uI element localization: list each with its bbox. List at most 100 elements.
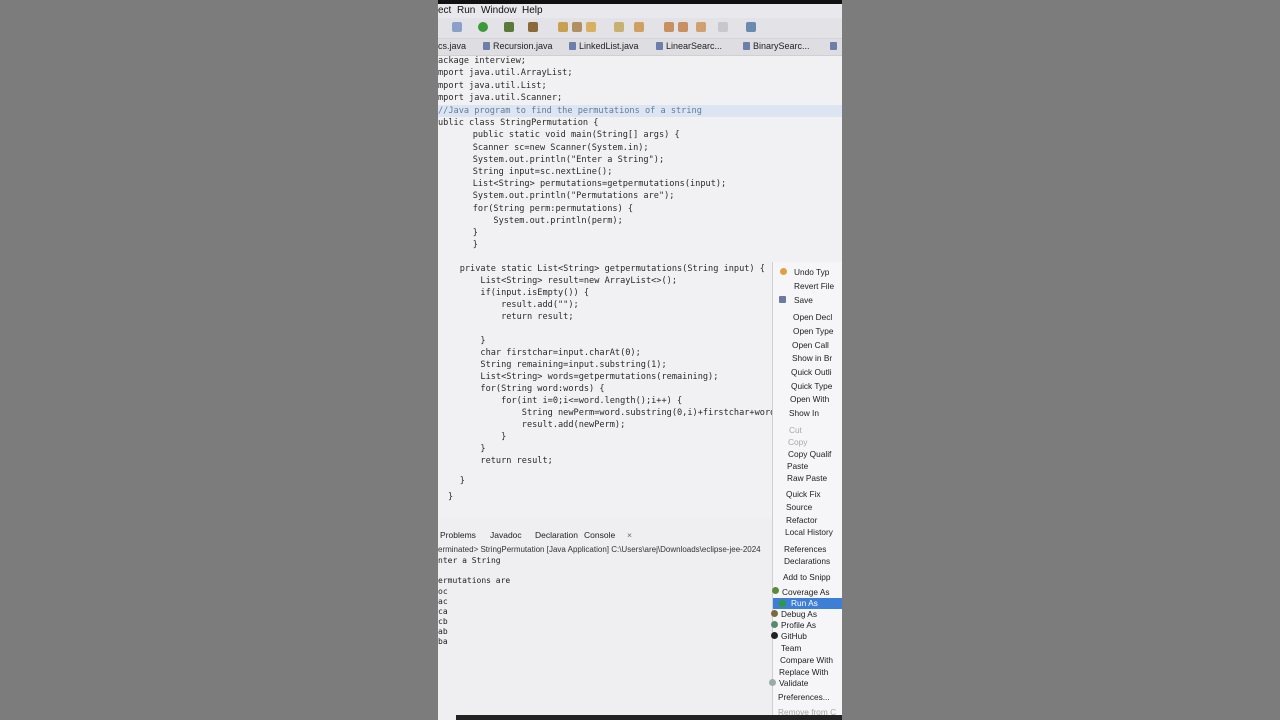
tab-problems[interactable]: Problems <box>440 530 476 540</box>
menu-item-declarations[interactable]: Declarations <box>784 556 830 566</box>
code-line: if(input.isEmpty()) { <box>439 288 590 298</box>
run-icon <box>779 600 786 607</box>
annotation-next-icon[interactable] <box>614 22 624 32</box>
menu-item-team[interactable]: Team <box>781 643 801 653</box>
forward-arrow-icon[interactable] <box>718 22 728 32</box>
tab-console[interactable]: Console <box>584 530 615 540</box>
menu-item-references[interactable]: References <box>784 544 826 554</box>
code-line: } <box>452 240 478 250</box>
taskbar-edge <box>456 715 842 720</box>
code-line: result.add(""); <box>439 300 579 310</box>
code-line: ublic class StringPermutation { <box>438 118 599 128</box>
java-file-icon <box>743 42 750 50</box>
java-file-icon <box>830 42 837 50</box>
menu-item-local-history[interactable]: Local History <box>785 527 833 537</box>
menu-item-revert-file[interactable]: Revert File <box>794 281 834 291</box>
menu-item-coverage-as[interactable]: Coverage As <box>782 587 830 597</box>
menu-item-open-call-hierarchy[interactable]: Open Call <box>792 340 829 350</box>
code-line: Scanner sc=new Scanner(System.in); <box>452 143 649 153</box>
menu-item-show-in-breadcrumb[interactable]: Show in Br <box>792 353 832 363</box>
menu-item-undo-typing[interactable]: Undo Typ <box>794 267 829 277</box>
tab-cs-java[interactable]: cs.java <box>438 41 466 51</box>
tab-label: LinkedList.java <box>579 41 639 51</box>
menu-item-open-declaration[interactable]: Open Decl <box>793 312 832 322</box>
perspective-icon[interactable] <box>746 22 756 32</box>
menu-item-replace-with[interactable]: Replace With <box>779 667 828 677</box>
code-line: } <box>448 492 454 502</box>
menu-item-add-to-snippets[interactable]: Add to Snipp <box>783 572 831 582</box>
code-comment: //Java program to find the permutations … <box>438 106 702 116</box>
github-icon <box>771 632 778 639</box>
undo-icon <box>780 268 787 275</box>
editor-tabs: cs.java Recursion.java LinkedList.java L… <box>438 39 842 56</box>
menu-item-copy-qualified-name[interactable]: Copy Qualif <box>788 449 831 459</box>
menu-item-paste[interactable]: Paste <box>787 461 808 471</box>
code-line: } <box>439 432 507 442</box>
console-output-line: ba <box>438 637 448 646</box>
open-task-icon[interactable] <box>572 22 582 32</box>
code-line: List<String> words=getpermutations(remai… <box>439 372 719 382</box>
menu-item-open-type-hierarchy[interactable]: Open Type <box>793 326 833 336</box>
tab-linkedlist-java[interactable]: LinkedList.java <box>569 41 639 51</box>
debug-icon[interactable] <box>504 22 514 32</box>
menu-item-source[interactable]: Source <box>786 502 812 512</box>
menu-item-validate[interactable]: Validate <box>779 678 808 688</box>
menu-help[interactable]: Help <box>522 5 543 16</box>
menu-item-show-in[interactable]: Show In <box>789 408 819 418</box>
menu-run[interactable]: Run <box>457 5 475 16</box>
eclipse-window: ect Run Window Help cs.java Recursion.ja… <box>438 0 842 720</box>
forward-nav-icon[interactable] <box>678 22 688 32</box>
tab-binarysearch[interactable]: BinarySearc... <box>743 41 810 51</box>
menu-item-open-with[interactable]: Open With <box>790 394 829 404</box>
coverage-icon[interactable] <box>528 22 538 32</box>
tab-linearsearch[interactable]: LinearSearc... <box>656 41 722 51</box>
photo-background-right <box>842 0 1280 720</box>
console-output-line: ab <box>438 627 448 636</box>
search-icon[interactable] <box>586 22 596 32</box>
code-line: String input=sc.nextLine(); <box>452 167 613 177</box>
settings-icon[interactable] <box>452 22 462 32</box>
menu-item-quick-type-hierarchy[interactable]: Quick Type <box>791 381 832 391</box>
menu-project[interactable]: ect <box>438 5 451 16</box>
menu-item-save[interactable]: Save <box>794 295 813 305</box>
code-line: String newPerm=word.substring(0,i)+first… <box>439 408 776 418</box>
menu-item-quick-fix[interactable]: Quick Fix <box>786 489 821 499</box>
menu-item-copy[interactable]: Copy <box>788 437 807 447</box>
console-output-line: cb <box>438 617 448 626</box>
menu-item-refactor[interactable]: Refactor <box>786 515 817 525</box>
code-line: return result; <box>439 312 574 322</box>
tab-label: Recursion.java <box>493 41 553 51</box>
code-line: List<String> result=new ArrayList<>(); <box>439 276 677 286</box>
menu-item-raw-paste[interactable]: Raw Paste <box>787 473 827 483</box>
java-file-icon <box>569 42 576 50</box>
menu-window[interactable]: Window <box>481 5 517 16</box>
terminated-status: erminated> StringPermutation [Java Appli… <box>438 545 761 554</box>
tab-overflow-icon[interactable] <box>830 41 840 51</box>
menu-item-preferences[interactable]: Preferences... <box>778 692 830 702</box>
back-arrow-icon[interactable] <box>696 22 706 32</box>
console-output-line: oc <box>438 587 448 596</box>
console-output-line: ermutations are <box>438 576 511 585</box>
menu-item-compare-with[interactable]: Compare With <box>780 655 833 665</box>
code-line: public static void main(String[] args) { <box>452 130 680 140</box>
tab-javadoc[interactable]: Javadoc <box>490 530 522 540</box>
menu-item-cut[interactable]: Cut <box>789 425 802 435</box>
java-file-icon <box>656 42 663 50</box>
code-line: mport java.util.Scanner; <box>438 93 563 103</box>
code-line: } <box>439 444 486 454</box>
annotation-prev-icon[interactable] <box>634 22 644 32</box>
run-icon[interactable] <box>478 22 488 32</box>
profile-icon <box>771 621 778 628</box>
close-icon[interactable]: × <box>627 530 632 540</box>
menu-item-quick-outline[interactable]: Quick Outli <box>791 367 832 377</box>
code-line: List<String> permutations=getpermutation… <box>452 179 727 189</box>
code-line: } <box>439 336 486 346</box>
code-line: } <box>439 476 465 486</box>
menu-item-profile-as[interactable]: Profile As <box>781 620 816 630</box>
back-icon[interactable] <box>664 22 674 32</box>
open-type-icon[interactable] <box>558 22 568 32</box>
tab-recursion-java[interactable]: Recursion.java <box>483 41 553 51</box>
menu-item-debug-as[interactable]: Debug As <box>781 609 817 619</box>
menu-item-github[interactable]: GitHub <box>781 631 807 641</box>
tab-declaration[interactable]: Declaration <box>535 530 578 540</box>
